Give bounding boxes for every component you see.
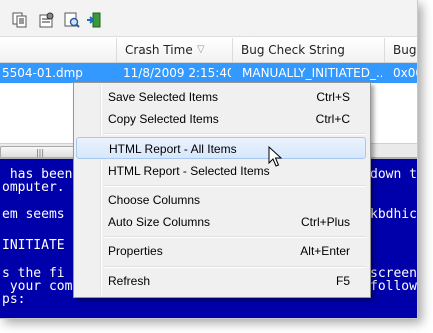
find-icon[interactable] <box>64 12 80 28</box>
bsod-line: ps: <box>2 292 26 307</box>
menu-item-label: Properties <box>108 244 163 258</box>
bsod-line: em seems <box>2 207 65 222</box>
menu-item-properties[interactable]: Properties Alt+Enter <box>76 240 366 262</box>
menu-item-choose-columns[interactable]: Choose Columns <box>76 189 366 211</box>
menu-item-refresh[interactable]: Refresh F5 <box>76 270 366 292</box>
column-header-dump-file[interactable] <box>0 38 117 62</box>
menu-item-label: Auto Size Columns <box>108 215 211 229</box>
bsod-line: INITIATE <box>2 238 65 253</box>
bsod-line-right: kbdhic <box>370 207 417 222</box>
sort-arrow-icon: ▽ <box>197 44 205 55</box>
menu-item-label: HTML Report - Selected Items <box>108 164 270 178</box>
menu-item-label: Save Selected Items <box>108 90 219 104</box>
bsod-line: omputer. <box>2 180 65 195</box>
column-header-bug-check-string[interactable]: Bug Check String <box>233 38 385 62</box>
menu-item-label: HTML Report - All Items <box>109 142 237 156</box>
cell-dump-file: 5504-01.dmp <box>2 66 83 80</box>
menu-separator <box>104 266 366 268</box>
list-header: Crash Time ▽ Bug Check String Bug <box>0 38 417 63</box>
menu-item-label: Choose Columns <box>108 193 201 207</box>
toolbar <box>0 0 417 37</box>
menu-item-label: Copy Selected Items <box>108 112 219 126</box>
menu-item-shortcut: Ctrl+S <box>316 90 350 104</box>
bsod-line-right: follow <box>370 279 417 294</box>
menu-item-save-selected-items[interactable]: Save Selected Items Ctrl+S <box>76 86 366 108</box>
bsod-line-right: down t <box>370 167 417 182</box>
menu-separator <box>104 236 366 238</box>
menu-separator <box>104 133 366 135</box>
column-header-crash-time-label: Crash Time <box>125 43 193 57</box>
column-header-crash-time[interactable]: Crash Time ▽ <box>117 38 233 62</box>
cell-bug-check-code: 0x00 <box>393 66 417 80</box>
menu-item-copy-selected-items[interactable]: Copy Selected Items Ctrl+C <box>76 108 366 130</box>
grip-icon: ||| <box>35 148 45 157</box>
application-window: Crash Time ▽ Bug Check String Bug 5504-0… <box>0 0 418 319</box>
cell-bug-check-string: MANUALLY_INITIATED_... <box>242 66 382 80</box>
menu-item-shortcut: Alt+Enter <box>300 244 350 258</box>
menu-item-shortcut: F5 <box>335 274 350 288</box>
mouse-pointer-icon <box>268 146 283 167</box>
copy-icon[interactable] <box>12 12 28 28</box>
menu-item-auto-size-columns[interactable]: Auto Size Columns Ctrl+Plus <box>76 211 366 233</box>
menu-separator <box>104 185 366 187</box>
context-menu: Save Selected Items Ctrl+S Copy Selected… <box>73 82 371 298</box>
menu-item-shortcut: Ctrl+Plus <box>300 215 350 229</box>
cell-crash-time: 11/8/2009 2:15:40 ... <box>123 66 231 80</box>
table-row-selected[interactable]: 5504-01.dmp 11/8/2009 2:15:40 ... MANUAL… <box>0 63 417 83</box>
menu-item-html-report-all-items[interactable]: HTML Report - All Items <box>76 137 366 159</box>
exit-icon[interactable] <box>86 12 102 28</box>
menu-item-shortcut: Ctrl+C <box>315 112 350 126</box>
menu-item-html-report-selected-items[interactable]: HTML Report - Selected Items <box>76 160 366 182</box>
menu-item-label: Refresh <box>108 274 151 288</box>
properties-icon[interactable] <box>38 12 54 28</box>
column-header-bug-check-code[interactable]: Bug <box>385 38 417 62</box>
